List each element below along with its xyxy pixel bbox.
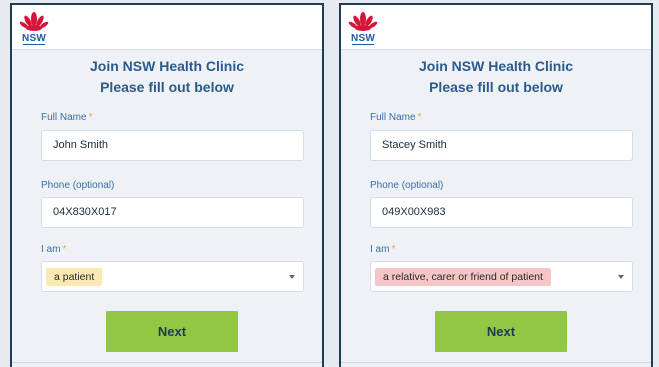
logo-text: NSW <box>351 33 375 44</box>
chevron-down-icon[interactable] <box>618 275 624 279</box>
role-label: I am * <box>370 244 396 255</box>
title-line-1: Join NSW Health Clinic <box>89 58 244 74</box>
next-button[interactable]: Next <box>435 311 567 352</box>
required-asterisk: * <box>62 244 67 255</box>
full-name-label: Full Name * <box>370 112 422 123</box>
required-asterisk: * <box>391 244 396 255</box>
logo-underline <box>23 44 45 45</box>
role-select[interactable]: a patient <box>41 261 304 292</box>
form-panel-right: NSW Join NSW Health Clinic Please fill o… <box>339 3 653 367</box>
logo-underline <box>352 44 374 45</box>
role-select[interactable]: a relative, carer or friend of patient <box>370 261 633 292</box>
divider <box>341 362 651 363</box>
header-bar: NSW <box>12 5 322 50</box>
page-title: Join NSW Health Clinic Please fill out b… <box>341 56 651 98</box>
logo-text: NSW <box>22 33 46 44</box>
required-asterisk: * <box>88 112 93 123</box>
role-selected-value: a patient <box>46 268 103 286</box>
title-line-1: Join NSW Health Clinic <box>418 58 573 74</box>
divider <box>12 362 322 363</box>
full-name-input[interactable]: Stacey Smith <box>370 130 633 161</box>
phone-input[interactable]: 049X00X983 <box>370 197 633 228</box>
next-button[interactable]: Next <box>106 311 238 352</box>
page-title: Join NSW Health Clinic Please fill out b… <box>12 56 322 98</box>
role-selected-value: a relative, carer or friend of patient <box>375 268 551 286</box>
phone-input[interactable]: 04X830X017 <box>41 197 304 228</box>
form-panel-left: NSW Join NSW Health Clinic Please fill o… <box>10 3 324 367</box>
nsw-waratah-logo: NSW <box>19 11 49 45</box>
phone-label: Phone (optional) <box>41 180 115 191</box>
phone-label: Phone (optional) <box>370 180 444 191</box>
chevron-down-icon[interactable] <box>289 275 295 279</box>
nsw-waratah-logo: NSW <box>348 11 378 45</box>
title-line-2: Please fill out below <box>429 79 563 95</box>
full-name-label: Full Name * <box>41 112 93 123</box>
full-name-input[interactable]: John Smith <box>41 130 304 161</box>
title-line-2: Please fill out below <box>100 79 234 95</box>
role-label: I am * <box>41 244 67 255</box>
required-asterisk: * <box>417 112 422 123</box>
header-bar: NSW <box>341 5 651 50</box>
